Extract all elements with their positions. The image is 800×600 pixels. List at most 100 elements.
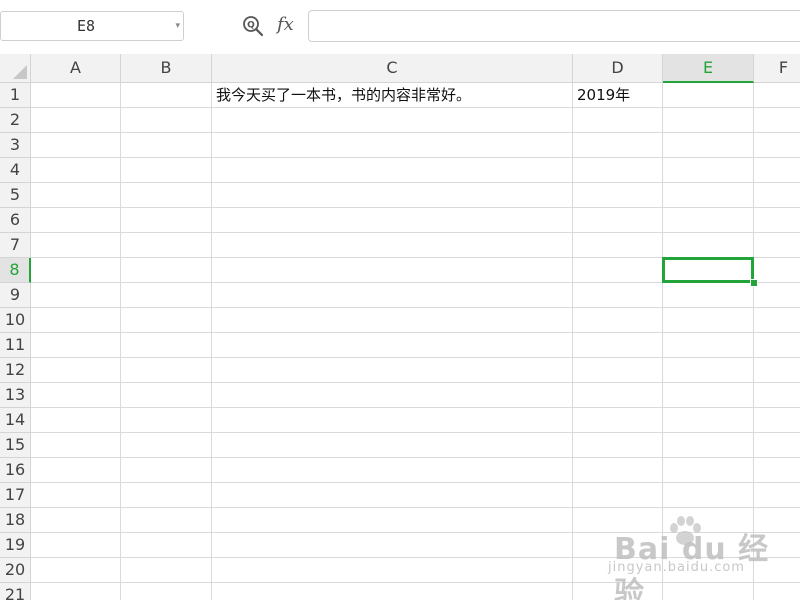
chevron-down-icon[interactable]: ▾: [175, 12, 180, 40]
cell-a8[interactable]: [31, 258, 121, 283]
cell-f10[interactable]: [754, 308, 800, 333]
cell-d15[interactable]: [573, 433, 663, 458]
cell-e18[interactable]: [663, 508, 754, 533]
cell-b3[interactable]: [121, 133, 212, 158]
cell-c1[interactable]: 我今天买了一本书，书的内容非常好。: [212, 83, 573, 108]
cell-c13[interactable]: [212, 383, 573, 408]
cell-c7[interactable]: [212, 233, 573, 258]
cell-c5[interactable]: [212, 183, 573, 208]
cell-c15[interactable]: [212, 433, 573, 458]
cell-d20[interactable]: [573, 558, 663, 583]
cell-f14[interactable]: [754, 408, 800, 433]
row-header-15[interactable]: 15: [0, 433, 31, 458]
cell-a15[interactable]: [31, 433, 121, 458]
cell-d6[interactable]: [573, 208, 663, 233]
cell-b5[interactable]: [121, 183, 212, 208]
cell-b13[interactable]: [121, 383, 212, 408]
cell-d11[interactable]: [573, 333, 663, 358]
cell-b15[interactable]: [121, 433, 212, 458]
cell-f8[interactable]: [754, 258, 800, 283]
cell-d2[interactable]: [573, 108, 663, 133]
cell-d7[interactable]: [573, 233, 663, 258]
cell-f4[interactable]: [754, 158, 800, 183]
row-header-3[interactable]: 3: [0, 133, 31, 158]
cell-d1[interactable]: 2019年: [573, 83, 663, 108]
cell-e7[interactable]: [663, 233, 754, 258]
cell-e5[interactable]: [663, 183, 754, 208]
column-header-d[interactable]: D: [573, 54, 663, 83]
cell-e21[interactable]: [663, 583, 754, 600]
cell-f19[interactable]: [754, 533, 800, 558]
row-header-10[interactable]: 10: [0, 308, 31, 333]
row-header-5[interactable]: 5: [0, 183, 31, 208]
cell-e20[interactable]: [663, 558, 754, 583]
row-header-16[interactable]: 16: [0, 458, 31, 483]
row-header-7[interactable]: 7: [0, 233, 31, 258]
cell-b16[interactable]: [121, 458, 212, 483]
cell-a20[interactable]: [31, 558, 121, 583]
cell-b12[interactable]: [121, 358, 212, 383]
cell-f18[interactable]: [754, 508, 800, 533]
cell-d5[interactable]: [573, 183, 663, 208]
cell-c19[interactable]: [212, 533, 573, 558]
row-header-19[interactable]: 19: [0, 533, 31, 558]
cell-e6[interactable]: [663, 208, 754, 233]
select-all-icon[interactable]: [13, 65, 27, 79]
cell-c8[interactable]: [212, 258, 573, 283]
column-header-c[interactable]: C: [212, 54, 573, 83]
row-header-14[interactable]: 14: [0, 408, 31, 433]
cell-b17[interactable]: [121, 483, 212, 508]
cell-e12[interactable]: [663, 358, 754, 383]
zoom-formula-icon[interactable]: Q: [242, 15, 264, 37]
cell-c6[interactable]: [212, 208, 573, 233]
cell-b7[interactable]: [121, 233, 212, 258]
cell-b19[interactable]: [121, 533, 212, 558]
cell-c14[interactable]: [212, 408, 573, 433]
cell-e4[interactable]: [663, 158, 754, 183]
cell-a3[interactable]: [31, 133, 121, 158]
cell-e10[interactable]: [663, 308, 754, 333]
row-header-13[interactable]: 13: [0, 383, 31, 408]
cell-b9[interactable]: [121, 283, 212, 308]
cell-c3[interactable]: [212, 133, 573, 158]
cell-d10[interactable]: [573, 308, 663, 333]
cell-b8[interactable]: [121, 258, 212, 283]
cell-e13[interactable]: [663, 383, 754, 408]
row-header-6[interactable]: 6: [0, 208, 31, 233]
row-header-9[interactable]: 9: [0, 283, 31, 308]
cell-a10[interactable]: [31, 308, 121, 333]
cell-e14[interactable]: [663, 408, 754, 433]
cell-a5[interactable]: [31, 183, 121, 208]
name-box-value[interactable]: E8: [1, 12, 171, 40]
cell-d16[interactable]: [573, 458, 663, 483]
cell-f9[interactable]: [754, 283, 800, 308]
cell-f15[interactable]: [754, 433, 800, 458]
cell-c16[interactable]: [212, 458, 573, 483]
cell-f13[interactable]: [754, 383, 800, 408]
cell-f6[interactable]: [754, 208, 800, 233]
cell-a1[interactable]: [31, 83, 121, 108]
cell-a2[interactable]: [31, 108, 121, 133]
cell-a7[interactable]: [31, 233, 121, 258]
cell-f16[interactable]: [754, 458, 800, 483]
cell-b21[interactable]: [121, 583, 212, 600]
cell-c2[interactable]: [212, 108, 573, 133]
cell-e17[interactable]: [663, 483, 754, 508]
cell-b6[interactable]: [121, 208, 212, 233]
cell-a19[interactable]: [31, 533, 121, 558]
row-header-18[interactable]: 18: [0, 508, 31, 533]
cell-e9[interactable]: [663, 283, 754, 308]
cell-d12[interactable]: [573, 358, 663, 383]
cell-d14[interactable]: [573, 408, 663, 433]
column-header-e[interactable]: E: [663, 54, 754, 83]
row-header-12[interactable]: 12: [0, 358, 31, 383]
cell-b10[interactable]: [121, 308, 212, 333]
fx-icon[interactable]: fx: [277, 12, 294, 38]
cell-f2[interactable]: [754, 108, 800, 133]
cell-b2[interactable]: [121, 108, 212, 133]
cell-f17[interactable]: [754, 483, 800, 508]
cell-c12[interactable]: [212, 358, 573, 383]
cell-a18[interactable]: [31, 508, 121, 533]
cell-c4[interactable]: [212, 158, 573, 183]
cell-c10[interactable]: [212, 308, 573, 333]
